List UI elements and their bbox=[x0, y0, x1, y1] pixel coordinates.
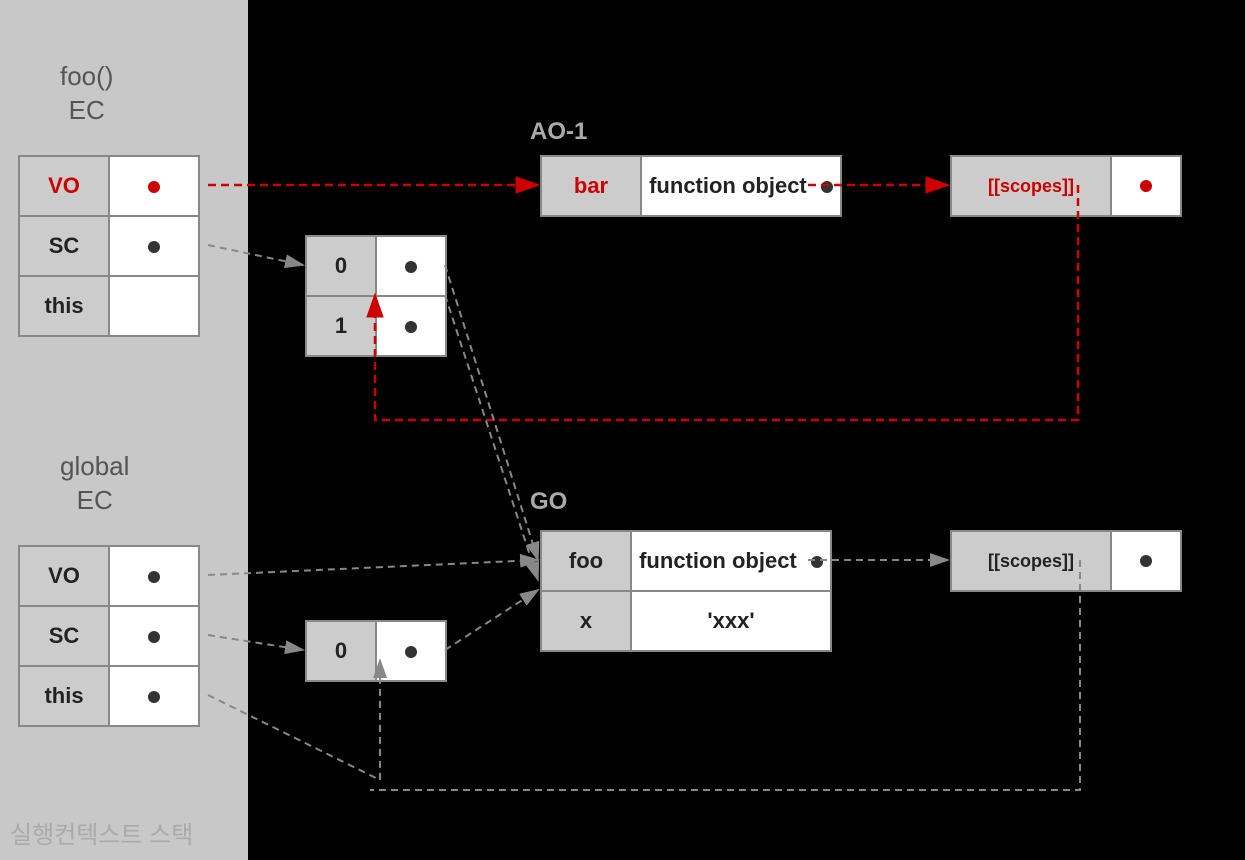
go-foo-value: function object bbox=[631, 531, 831, 591]
global-vo-value bbox=[109, 546, 199, 606]
go-x-value: 'xxx' bbox=[631, 591, 831, 651]
foo-vo-label: VO bbox=[19, 156, 109, 216]
ao1-main-table: bar function object bbox=[540, 155, 842, 217]
global-sc-label: SC bbox=[19, 606, 109, 666]
ao1-0-dot bbox=[405, 261, 417, 273]
ao1-1-label: 1 bbox=[306, 296, 376, 356]
ao1-label: AO-1 bbox=[530, 118, 587, 146]
go-x-key: x bbox=[541, 591, 631, 651]
ao1-0-value bbox=[376, 236, 446, 296]
global-sc-value bbox=[109, 606, 199, 666]
scopes-bottom-label: [[scopes]] bbox=[951, 531, 1111, 591]
foo-this-label: this bbox=[19, 276, 109, 336]
go-0-value bbox=[376, 621, 446, 681]
global-ec-label: globalEC bbox=[60, 450, 129, 518]
arrow-go-mini-to-go bbox=[445, 590, 538, 650]
go-foo-key: foo bbox=[541, 531, 631, 591]
global-this-dot bbox=[148, 691, 160, 703]
ao1-bar-key: bar bbox=[541, 156, 641, 216]
foo-sc-label: SC bbox=[19, 216, 109, 276]
bottom-label: 실행컨텍스트 스택 bbox=[10, 815, 193, 850]
arrow-ao1-1-to-go bbox=[445, 295, 538, 580]
global-vo-label: VO bbox=[19, 546, 109, 606]
ao1-1-value bbox=[376, 296, 446, 356]
foo-ec-table: VO SC this bbox=[18, 155, 200, 337]
global-vo-dot bbox=[148, 571, 160, 583]
scopes-top-label: [[scopes]] bbox=[951, 156, 1111, 216]
scopes-top-dot bbox=[1111, 156, 1181, 216]
scopes-bottom-dot-icon bbox=[1140, 555, 1152, 567]
scopes-bottom-dot bbox=[1111, 531, 1181, 591]
ao1-bar-value: function object bbox=[641, 156, 841, 216]
foo-ec-label: foo()EC bbox=[60, 60, 113, 128]
go-foo-dot bbox=[811, 556, 823, 568]
foo-this-value bbox=[109, 276, 199, 336]
arrow-scopes-loop bbox=[375, 185, 1078, 420]
arrow-global-vo-to-go bbox=[208, 560, 538, 575]
ao1-table: 0 1 bbox=[305, 235, 447, 357]
ao1-bar-dot bbox=[821, 181, 833, 193]
foo-sc-dot bbox=[148, 241, 160, 253]
scopes-bottom-table: [[scopes]] bbox=[950, 530, 1182, 592]
sidebar bbox=[0, 0, 248, 860]
go-0-label: 0 bbox=[306, 621, 376, 681]
global-ec-table: VO SC this bbox=[18, 545, 200, 727]
global-sc-dot bbox=[148, 631, 160, 643]
go-0-dot bbox=[405, 646, 417, 658]
foo-sc-value bbox=[109, 216, 199, 276]
arrow-ao1-0-to-go bbox=[445, 265, 538, 560]
foo-vo-dot bbox=[148, 181, 160, 193]
foo-vo-value bbox=[109, 156, 199, 216]
go-main-table: foo function object x 'xxx' bbox=[540, 530, 832, 652]
ao1-0-label: 0 bbox=[306, 236, 376, 296]
global-this-value bbox=[109, 666, 199, 726]
global-this-label: this bbox=[19, 666, 109, 726]
go-mini-table: 0 bbox=[305, 620, 447, 682]
scopes-top-table: [[scopes]] bbox=[950, 155, 1182, 217]
ao1-1-dot bbox=[405, 321, 417, 333]
scopes-top-dot-icon bbox=[1140, 180, 1152, 192]
go-label: GO bbox=[530, 488, 567, 516]
